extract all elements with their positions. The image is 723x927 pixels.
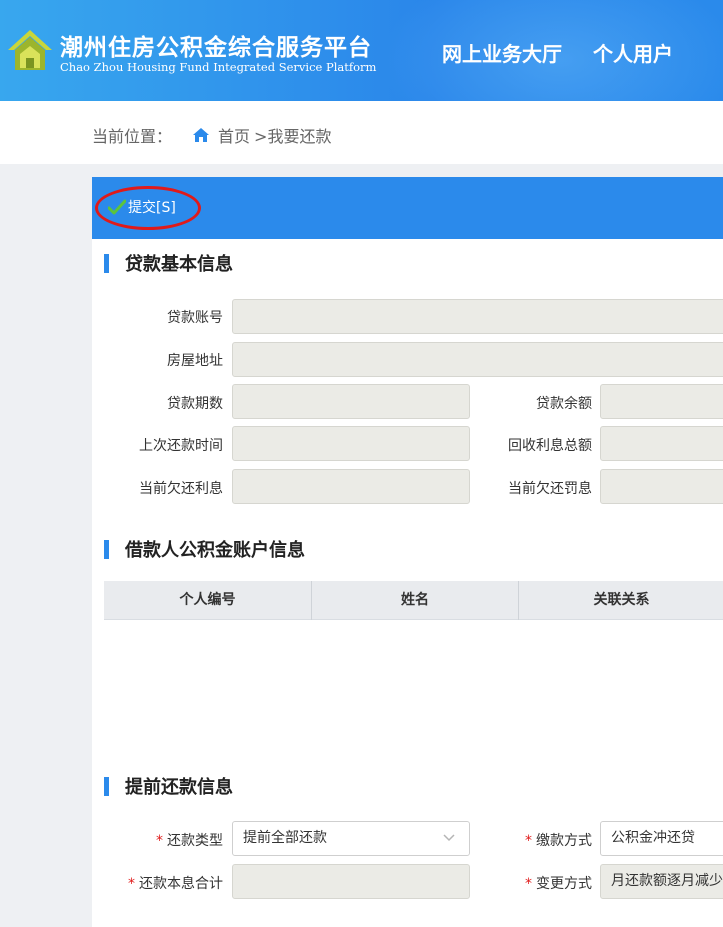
total-principal-interest-label-text: 还款本息合计: [139, 876, 223, 892]
top-nav: 网上业务大厅 个人用户: [442, 38, 697, 67]
loan-info-title-text: 贷款基本信息: [125, 254, 233, 275]
repayment-panel: 提交[S] 贷款基本信息 贷款账号 房屋地址 贷款期数 贷款余额 上次还款时间 …: [92, 177, 723, 927]
home-icon[interactable]: [192, 126, 210, 144]
submit-button[interactable]: 提交[S]: [108, 197, 176, 217]
borrower-table-body: [104, 620, 723, 760]
pay-method-value: 公积金冲还贷: [611, 830, 695, 846]
chevron-down-icon: [443, 834, 455, 842]
change-method-label: * 变更方式: [482, 873, 592, 893]
site-subtitle: Chao Zhou Housing Fund Integrated Servic…: [60, 60, 377, 74]
required-mark: *: [525, 876, 532, 892]
total-interest-field[interactable]: [600, 426, 723, 461]
repay-type-select[interactable]: 提前全部还款: [232, 821, 470, 856]
site-title: 潮州住房公积金综合服务平台: [60, 35, 372, 61]
loan-account-field[interactable]: [232, 299, 723, 334]
house-address-field[interactable]: [232, 342, 723, 377]
breadcrumb-prefix: 当前位置：: [92, 127, 173, 146]
total-principal-interest-field[interactable]: [232, 864, 470, 899]
borrower-section-title: 借款人公积金账户信息: [104, 536, 305, 562]
repay-type-label: * 还款类型: [102, 830, 223, 850]
loan-account-label: 贷款账号: [167, 310, 223, 326]
nav-item-online-hall[interactable]: 网上业务大厅: [442, 42, 562, 66]
column-header-relation[interactable]: 关联关系: [519, 581, 723, 620]
required-mark: *: [525, 833, 532, 849]
check-icon: [108, 199, 126, 215]
owed-interest-field[interactable]: [232, 469, 470, 504]
breadcrumb-bar: 当前位置： 首页 >我要还款: [0, 101, 723, 164]
last-repay-time-field[interactable]: [232, 426, 470, 461]
nav-item-personal-user[interactable]: 个人用户: [593, 42, 673, 66]
breadcrumb-home-link[interactable]: 首页: [218, 123, 250, 147]
total-principal-interest-label: * 还款本息合计: [102, 873, 223, 893]
house-logo-icon: [8, 30, 52, 70]
submit-label: 提交[S]: [128, 200, 176, 216]
section-marker: [104, 253, 109, 273]
column-header-name[interactable]: 姓名: [312, 581, 519, 620]
required-mark: *: [156, 833, 163, 849]
pay-method-select[interactable]: 公积金冲还贷: [600, 821, 723, 856]
section-marker: [104, 539, 109, 559]
breadcrumb-current: >我要还款: [254, 127, 332, 146]
house-address-label: 房屋地址: [167, 353, 223, 369]
loan-term-field[interactable]: [232, 384, 470, 419]
change-method-label-text: 变更方式: [536, 876, 592, 892]
prepay-section-title: 提前还款信息: [104, 773, 233, 799]
borrower-title-text: 借款人公积金账户信息: [125, 540, 305, 561]
owed-penalty-field[interactable]: [600, 469, 723, 504]
borrower-table-header: 个人编号 姓名 关联关系: [104, 581, 723, 620]
owed-interest-label: 当前欠还利息: [139, 481, 223, 497]
loan-info-section-title: 贷款基本信息: [104, 250, 233, 276]
prepay-title-text: 提前还款信息: [125, 777, 233, 798]
loan-term-label: 贷款期数: [167, 396, 223, 412]
pay-method-label: * 缴款方式: [482, 830, 592, 850]
change-method-field[interactable]: 月还款额逐月减少: [600, 864, 723, 899]
repay-type-value: 提前全部还款: [243, 830, 327, 846]
last-repay-time-label: 上次还款时间: [139, 438, 223, 454]
required-mark: *: [128, 876, 135, 892]
pay-method-label-text: 缴款方式: [536, 833, 592, 849]
column-header-personal-id[interactable]: 个人编号: [104, 581, 312, 620]
owed-penalty-label: 当前欠还罚息: [508, 481, 592, 497]
total-interest-label: 回收利息总额: [508, 438, 592, 454]
panel-toolbar: 提交[S]: [92, 177, 723, 239]
repay-type-label-text: 还款类型: [167, 833, 223, 849]
loan-balance-label: 贷款余额: [536, 396, 592, 412]
breadcrumb: 当前位置： 首页 >我要还款: [92, 123, 331, 147]
site-header: 潮州住房公积金综合服务平台 Chao Zhou Housing Fund Int…: [0, 0, 723, 101]
loan-balance-field[interactable]: [600, 384, 723, 419]
section-marker: [104, 776, 109, 796]
